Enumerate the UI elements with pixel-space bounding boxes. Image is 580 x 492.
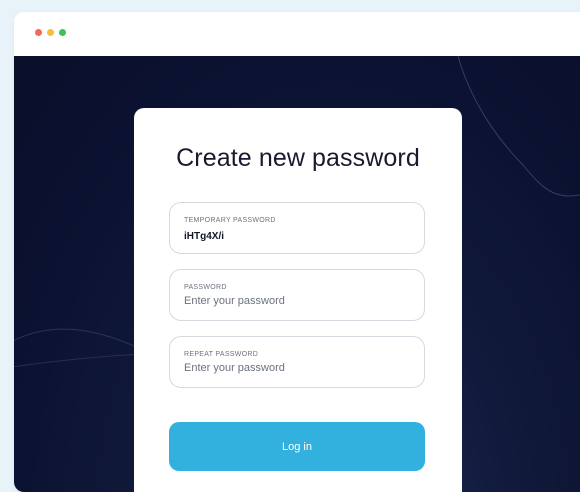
password-label: PASSWORD xyxy=(184,284,227,291)
password-field[interactable]: PASSWORD xyxy=(169,269,425,321)
maximize-window-dot[interactable] xyxy=(59,29,66,36)
repeat-password-field[interactable]: REPEAT PASSWORD xyxy=(169,336,425,388)
browser-window: Create new password TEMPORARY PASSWORD i… xyxy=(14,12,580,492)
close-window-dot[interactable] xyxy=(35,29,42,36)
create-password-card: Create new password TEMPORARY PASSWORD i… xyxy=(134,108,462,492)
temporary-password-label: TEMPORARY PASSWORD xyxy=(184,217,276,224)
page-viewport: Create new password TEMPORARY PASSWORD i… xyxy=(14,56,580,492)
temporary-password-value: iHTg4X/i xyxy=(184,231,225,242)
temporary-password-field[interactable]: TEMPORARY PASSWORD iHTg4X/i xyxy=(169,202,425,254)
minimize-window-dot[interactable] xyxy=(47,29,54,36)
log-in-button[interactable]: Log in xyxy=(169,422,425,471)
repeat-password-label: REPEAT PASSWORD xyxy=(184,351,259,358)
password-input[interactable] xyxy=(184,295,409,307)
page-title: Create new password xyxy=(176,144,420,172)
window-titlebar xyxy=(14,12,580,56)
repeat-password-input[interactable] xyxy=(184,362,409,374)
